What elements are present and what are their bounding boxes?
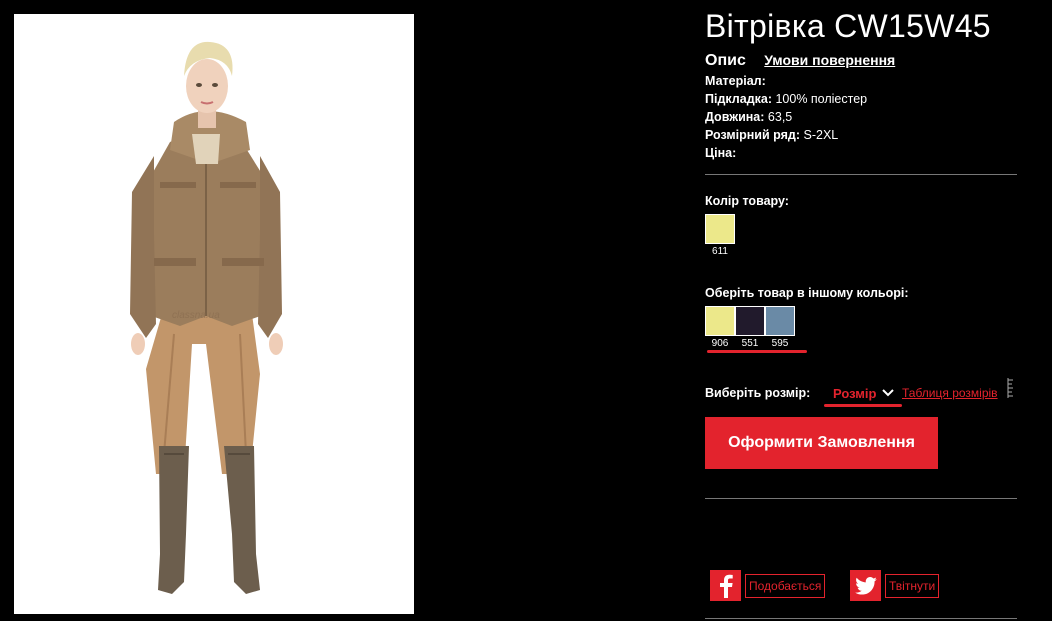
current-color-label: Колір товару: — [705, 194, 789, 208]
product-title: Вітрівка CW15W45 — [705, 8, 991, 44]
facebook-like-button[interactable]: Подобається — [710, 570, 826, 601]
chevron-down-icon — [882, 389, 894, 397]
divider — [705, 498, 1017, 499]
other-color-swatches: 906 551 595 — [705, 306, 795, 349]
tab-return-policy[interactable]: Умови повернення — [764, 52, 895, 68]
ruler-icon — [1007, 378, 1013, 398]
swatch-code: 551 — [741, 338, 759, 349]
tab-description[interactable]: Опис — [705, 52, 746, 69]
swatch-code: 611 — [712, 246, 728, 257]
divider — [705, 174, 1017, 175]
other-colors-underline — [707, 350, 807, 353]
facebook-icon — [710, 570, 741, 601]
order-button[interactable]: Оформити Замовлення — [705, 417, 938, 469]
image-watermark: classna.ua — [172, 310, 220, 321]
product-specs: Матеріал: Підкладка: 100% поліестер Довж… — [705, 72, 867, 162]
swatch-box — [765, 306, 795, 336]
swatch-box — [705, 214, 735, 244]
current-color-swatches: 611 — [705, 214, 735, 257]
twitter-icon — [850, 570, 881, 601]
spec-length: Довжина: 63,5 — [705, 110, 793, 124]
size-select-value: Розмір — [833, 386, 877, 401]
size-select[interactable]: Розмір — [824, 384, 902, 406]
color-swatch-611[interactable]: 611 — [705, 214, 735, 257]
twitter-tweet-label: Твітнути — [885, 573, 940, 598]
product-image[interactable]: classna.ua — [14, 14, 414, 614]
swatch-box — [705, 306, 735, 336]
size-table-link[interactable]: Таблиця розмірів — [902, 386, 998, 400]
facebook-like-label: Подобається — [745, 573, 826, 598]
other-colors-label: Оберіть товар в іншому кольорі: — [705, 286, 909, 300]
color-swatch-595[interactable]: 595 — [765, 306, 795, 349]
product-photo-illustration: classna.ua — [130, 41, 283, 594]
color-swatch-551[interactable]: 551 — [735, 306, 765, 349]
swatch-box — [735, 306, 765, 336]
product-tabs: Опис Умови повернення — [705, 52, 895, 70]
divider — [705, 618, 1017, 619]
spec-size-range: Розмірний ряд: S-2XL — [705, 128, 839, 142]
spec-material: Матеріал: — [705, 74, 766, 88]
twitter-tweet-button[interactable]: Твітнути — [850, 570, 940, 601]
swatch-code: 595 — [771, 338, 789, 349]
spec-price: Ціна: — [705, 146, 737, 160]
color-swatch-906[interactable]: 906 — [705, 306, 735, 349]
size-select-underline — [824, 404, 902, 407]
size-label: Виберіть розмір: — [705, 386, 811, 400]
spec-lining: Підкладка: 100% поліестер — [705, 92, 868, 106]
swatch-code: 906 — [711, 338, 729, 349]
